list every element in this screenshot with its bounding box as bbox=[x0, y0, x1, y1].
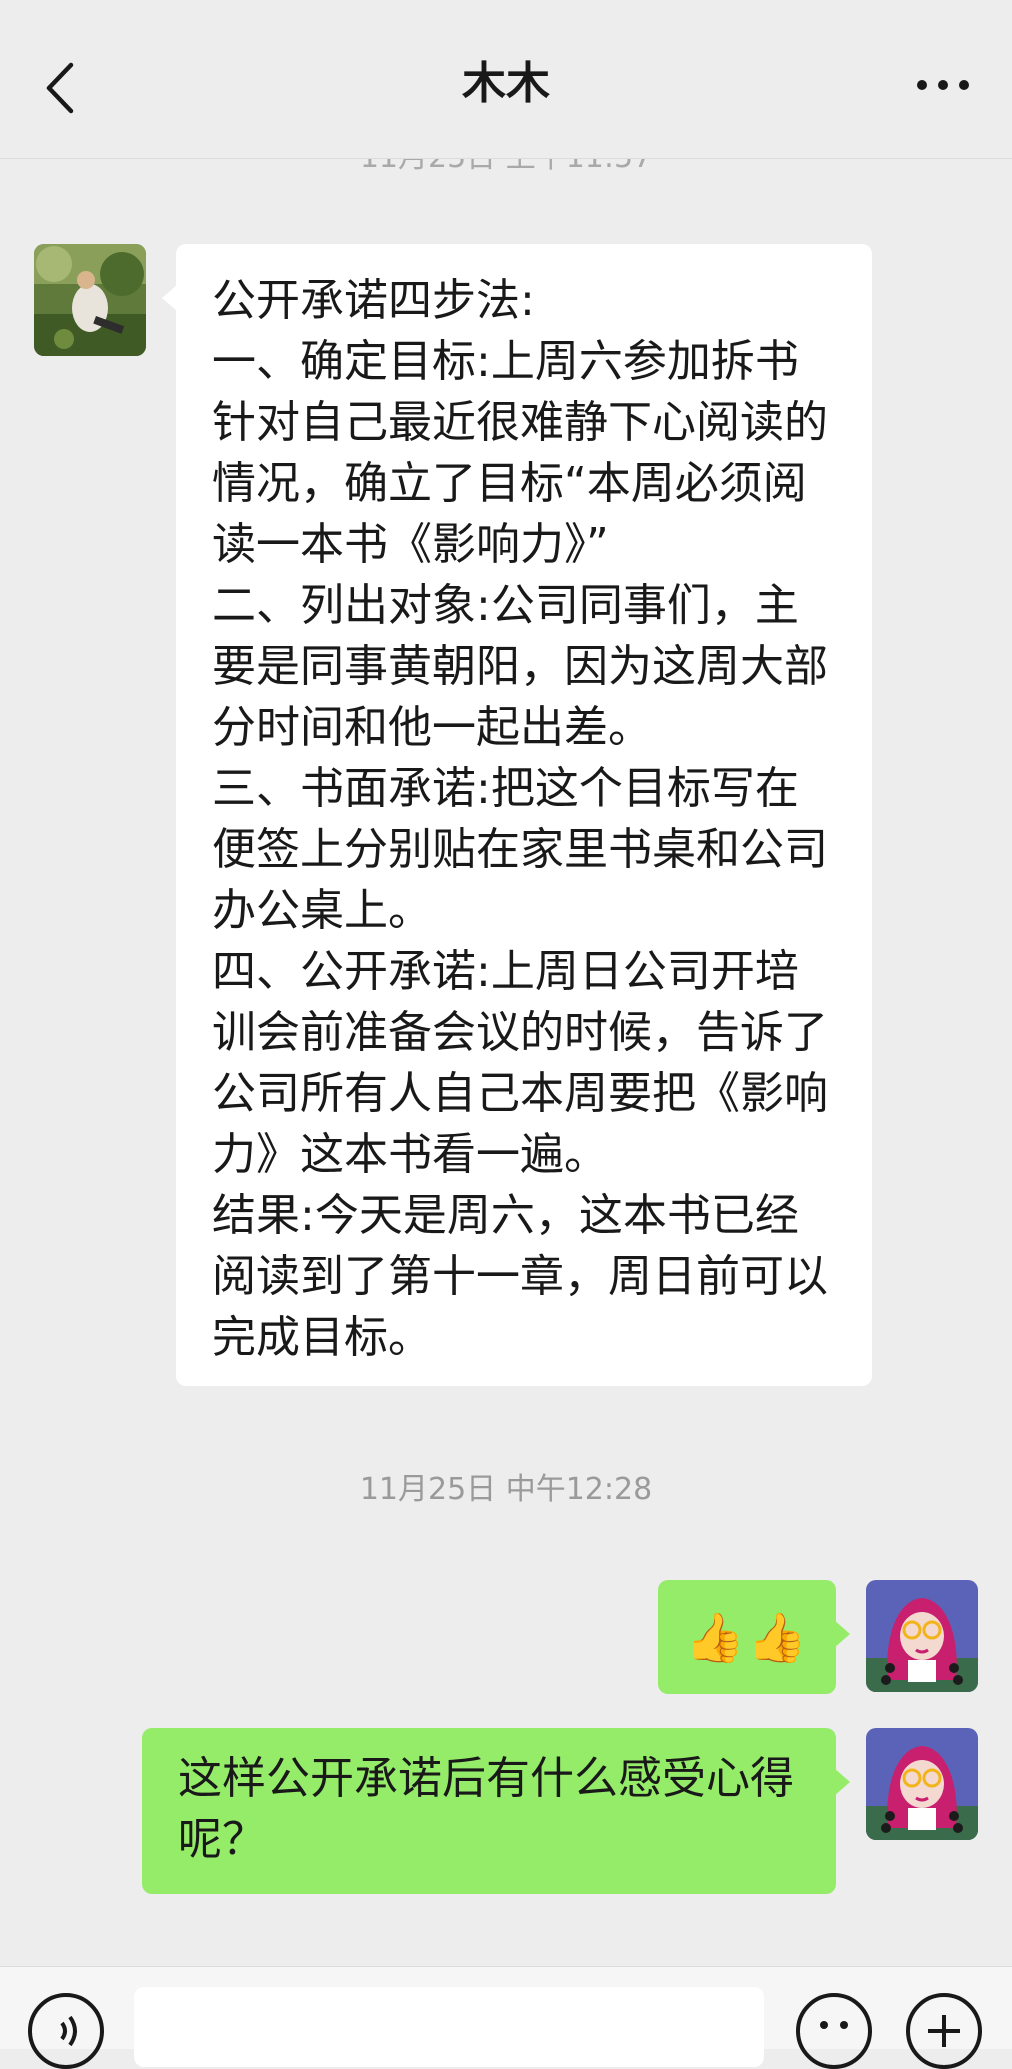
chat-header: 木木 bbox=[0, 0, 1012, 159]
contact-avatar[interactable] bbox=[34, 244, 146, 356]
chat-title: 木木 bbox=[462, 58, 550, 109]
voice-button[interactable] bbox=[28, 1993, 104, 2069]
message-text: 公开承诺四步法: 一、确定目标:上周六参加拆书针对自己最近很难静下心阅读的情况，… bbox=[212, 275, 828, 1363]
more-button[interactable] bbox=[908, 60, 978, 110]
emoji-icon bbox=[820, 2021, 848, 2029]
message-bubble-sent[interactable]: 👍👍 bbox=[658, 1580, 850, 1694]
thumbs-up-emoji: 👍👍 bbox=[685, 1609, 809, 1666]
message-bubble-received[interactable]: 公开承诺四步法: 一、确定目标:上周六参加拆书针对自己最近很难静下心阅读的情况，… bbox=[162, 244, 872, 1386]
plus-button[interactable] bbox=[906, 1993, 982, 2069]
contact-avatar-image bbox=[34, 244, 146, 356]
voice-icon bbox=[60, 2015, 77, 2047]
self-avatar[interactable] bbox=[866, 1580, 978, 1692]
emoji-button[interactable] bbox=[796, 1993, 872, 2069]
message-text-question: 这样公开承诺后有什么感受心得呢？ bbox=[178, 1753, 794, 1865]
more-dots-icon bbox=[917, 80, 969, 90]
cartoon-girl-avatar-icon bbox=[866, 1580, 978, 1692]
input-bar bbox=[0, 1966, 1012, 2069]
cartoon-girl-avatar-icon bbox=[866, 1728, 978, 1840]
message-input[interactable] bbox=[134, 1987, 764, 2067]
timestamp-middle: 11月25日 中午12:28 bbox=[359, 1472, 653, 1507]
plus-icon bbox=[928, 2015, 960, 2047]
self-avatar-2[interactable] bbox=[866, 1728, 978, 1840]
message-bubble-sent-question[interactable]: 这样公开承诺后有什么感受心得呢？ bbox=[142, 1728, 850, 1894]
